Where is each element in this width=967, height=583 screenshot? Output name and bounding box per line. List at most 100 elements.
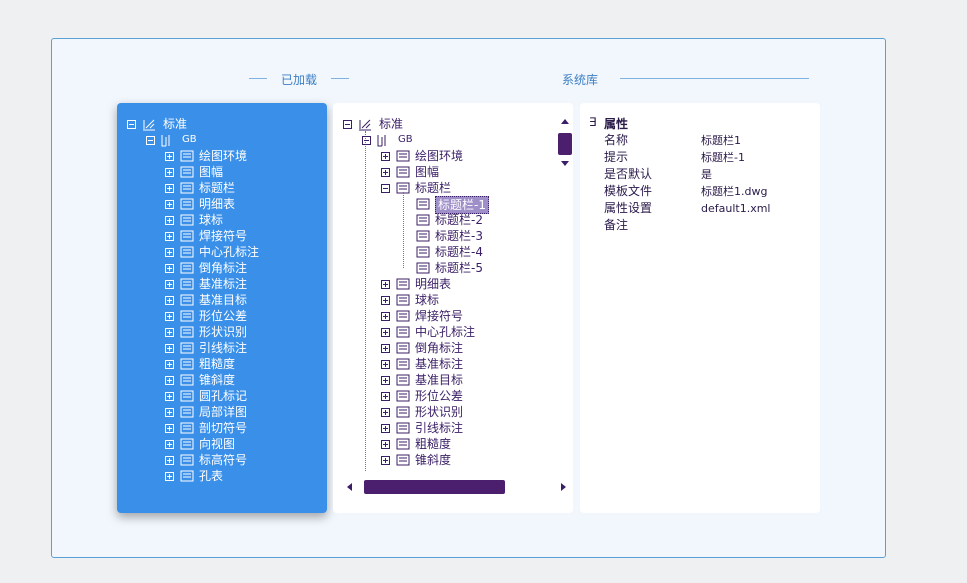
collapse-icon[interactable]: [343, 120, 352, 129]
symbol-icon: [416, 198, 430, 210]
symbol-icon: [396, 150, 410, 162]
tree-node-label: 基准标注: [415, 357, 464, 371]
expand-icon[interactable]: [381, 296, 390, 305]
scroll-up-arrow-icon[interactable]: [561, 119, 569, 124]
expand-icon[interactable]: [165, 456, 174, 465]
symbol-icon: [180, 422, 194, 434]
collapse-icon[interactable]: [146, 136, 155, 145]
expand-icon[interactable]: [381, 456, 390, 465]
collapse-section-icon[interactable]: ∃: [589, 115, 597, 129]
library-tree-panel[interactable]: 标准 GB 绘图环境 图幅 标题栏 标题栏-1 标题栏-2 标题栏-3 标题栏-4 标题栏-5…: [333, 103, 573, 513]
tree-node-label: 球标: [415, 293, 440, 307]
horizontal-scrollbar-thumb[interactable]: [364, 480, 505, 494]
expand-icon[interactable]: [165, 328, 174, 337]
expand-icon[interactable]: [165, 408, 174, 417]
expand-icon[interactable]: [381, 152, 390, 161]
expand-icon[interactable]: [381, 424, 390, 433]
property-value[interactable]: 标题栏1.dwg: [701, 183, 767, 200]
symbol-icon: [180, 438, 194, 450]
tree-node-label: 锥斜度: [199, 373, 236, 387]
vertical-scrollbar-thumb[interactable]: [558, 133, 572, 155]
symbol-icon: [180, 262, 194, 274]
expand-icon[interactable]: [381, 312, 390, 321]
collapse-icon[interactable]: [381, 184, 390, 193]
tree-node-label: 明细表: [199, 197, 236, 211]
property-value[interactable]: 标题栏1: [701, 132, 741, 149]
tree-node-label: 形位公差: [199, 309, 248, 323]
expand-icon[interactable]: [165, 344, 174, 353]
expand-icon[interactable]: [381, 376, 390, 385]
properties-panel: ∃ 属性 名称 标题栏1 提示 标题栏-1 是否默认 是模板文件 标题栏1.dwg 属性设置 d…: [580, 103, 820, 513]
expand-icon[interactable]: [165, 248, 174, 257]
expand-icon[interactable]: [165, 168, 174, 177]
expand-icon[interactable]: [165, 232, 174, 241]
expand-icon[interactable]: [381, 344, 390, 353]
symbol-icon: [180, 358, 194, 370]
symbol-icon: [180, 310, 194, 322]
gb-icon: [161, 135, 170, 147]
property-value[interactable]: default1.xml: [701, 200, 770, 217]
expand-icon[interactable]: [381, 408, 390, 417]
symbol-icon: [396, 342, 410, 354]
symbol-icon: [396, 390, 410, 402]
property-value[interactable]: 标题栏-1: [701, 149, 745, 166]
symbol-icon: [416, 214, 430, 226]
expand-icon[interactable]: [165, 312, 174, 321]
expand-icon[interactable]: [381, 280, 390, 289]
tree-node-label: 形位公差: [415, 389, 464, 403]
tree-node-label: 标题栏: [199, 181, 236, 195]
tree-node-label: 标题栏: [415, 181, 452, 195]
property-name: 模板文件: [604, 184, 653, 198]
symbol-icon: [416, 262, 430, 274]
symbol-icon: [396, 326, 410, 338]
expand-icon[interactable]: [165, 360, 174, 369]
standard-icon: [143, 119, 155, 131]
property-name: 备注: [604, 218, 629, 232]
tree-node-label: 标题栏-4: [435, 245, 483, 259]
symbol-icon: [396, 310, 410, 322]
expand-icon[interactable]: [381, 440, 390, 449]
expand-icon[interactable]: [381, 392, 390, 401]
loaded-tree-panel[interactable]: 标准 GB 绘图环境 图幅 标题栏 明细表 球标 焊接符号 中心孔标注 倒角标注 基准标注 基准目…: [117, 103, 327, 513]
scroll-left-arrow-icon[interactable]: [347, 483, 352, 491]
expand-icon[interactable]: [165, 152, 174, 161]
tree-node-label: 中心孔标注: [415, 325, 476, 339]
tree-node-label: 焊接符号: [199, 229, 248, 243]
property-name: 属性设置: [604, 201, 653, 215]
expand-icon[interactable]: [165, 296, 174, 305]
expand-icon[interactable]: [381, 360, 390, 369]
tree-node-label: 形状识别: [415, 405, 464, 419]
tree-node-label: 绘图环境: [415, 149, 464, 163]
tree-node-label: 球标: [199, 213, 224, 227]
library-header: 系统库: [562, 73, 599, 87]
scroll-down-arrow-icon[interactable]: [561, 161, 569, 166]
expand-icon[interactable]: [165, 280, 174, 289]
expand-icon[interactable]: [165, 440, 174, 449]
expand-icon[interactable]: [165, 424, 174, 433]
tree-node-label: 焊接符号: [415, 309, 464, 323]
expand-icon[interactable]: [165, 376, 174, 385]
property-name: 是否默认: [604, 167, 653, 181]
expand-icon[interactable]: [165, 264, 174, 273]
tree-node-label: 标题栏-2: [435, 213, 483, 227]
collapse-icon[interactable]: [362, 136, 371, 145]
expand-icon[interactable]: [165, 216, 174, 225]
tree-node-label: 向视图: [199, 437, 236, 451]
expand-icon[interactable]: [165, 184, 174, 193]
collapse-icon[interactable]: [127, 120, 136, 129]
expand-icon[interactable]: [381, 168, 390, 177]
expand-icon[interactable]: [165, 472, 174, 481]
symbol-icon: [396, 438, 410, 450]
expand-icon[interactable]: [381, 328, 390, 337]
tree-node-label: 引线标注: [199, 341, 248, 355]
scroll-right-arrow-icon[interactable]: [561, 483, 566, 491]
symbol-icon: [180, 182, 194, 194]
expand-icon[interactable]: [165, 200, 174, 209]
header-line-right: [620, 78, 809, 79]
property-value[interactable]: 是: [701, 166, 712, 183]
expand-icon[interactable]: [165, 392, 174, 401]
tree-node-label: 图幅: [415, 165, 440, 179]
property-name: 名称: [604, 133, 629, 147]
symbol-icon: [396, 294, 410, 306]
loaded-header: 已加载: [281, 73, 318, 87]
